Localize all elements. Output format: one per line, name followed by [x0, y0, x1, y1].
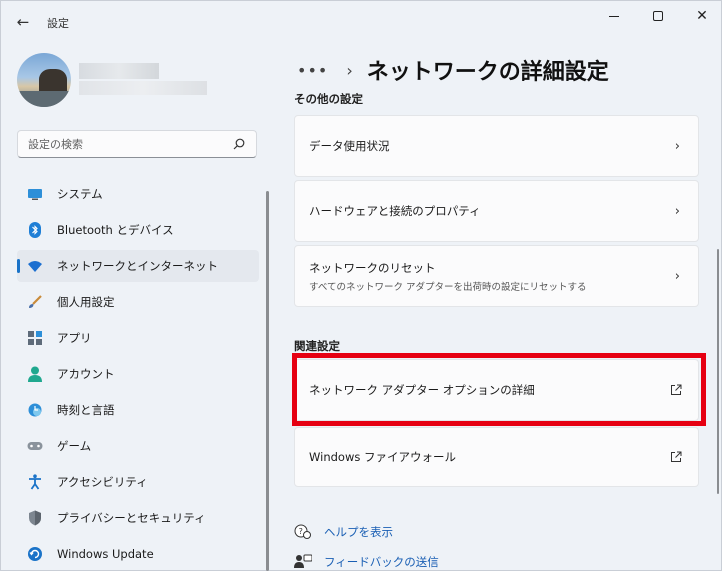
windows-firewall-card[interactable]: Windows ファイアウォール: [294, 427, 699, 487]
paintbrush-icon: [27, 294, 43, 310]
chevron-right-icon: ›: [674, 139, 680, 154]
bluetooth-icon: [27, 222, 43, 238]
sidebar-item-label: 個人用設定: [57, 295, 115, 309]
section-heading-partial: その他の設定: [294, 92, 363, 104]
settings-search[interactable]: [17, 130, 257, 158]
chevron-right-icon: ›: [346, 60, 353, 80]
sidebar-item-bluetooth[interactable]: Bluetooth とデバイス: [17, 214, 259, 246]
sidebar-scrollbar[interactable]: [266, 191, 269, 571]
hardware-properties-card[interactable]: ハードウェアと接続のプロパティ ›: [294, 180, 699, 242]
sidebar-item-label: Windows Update: [57, 547, 154, 561]
sidebar-item-label: システム: [57, 187, 103, 201]
card-label: ネットワークのリセット: [309, 260, 436, 275]
app-title: 設定: [47, 17, 69, 30]
external-link-icon: [671, 451, 682, 462]
back-button[interactable]: ←: [11, 11, 35, 33]
shield-icon: [27, 510, 43, 526]
blurred-user-email: [79, 81, 207, 95]
sidebar-item-label: ネットワークとインターネット: [57, 259, 218, 273]
card-label: データ使用状況: [309, 139, 390, 153]
account-icon: [27, 366, 43, 382]
settings-window: ← 設定 ✕ システム Blueto: [0, 0, 722, 571]
related-settings-heading: 関連設定: [294, 339, 340, 353]
sidebar-item-time-language[interactable]: 時刻と言語: [17, 394, 259, 426]
close-button[interactable]: ✕: [687, 7, 717, 25]
maximize-button[interactable]: [643, 7, 673, 25]
sidebar-item-system[interactable]: システム: [17, 178, 259, 210]
sidebar-item-label: アクセシビリティ: [57, 475, 148, 489]
close-icon: ✕: [696, 8, 708, 24]
sidebar-item-network[interactable]: ネットワークとインターネット: [17, 250, 259, 282]
sidebar-item-apps[interactable]: アプリ: [17, 322, 259, 354]
card-label: Windows ファイアウォール: [309, 450, 456, 464]
avatar[interactable]: [17, 53, 71, 107]
sidebar-item-label: 時刻と言語: [57, 403, 115, 417]
sidebar-item-label: アカウント: [57, 367, 115, 381]
card-description: すべてのネットワーク アダプターを出荷時の設定にリセットする: [309, 281, 587, 293]
title-bar: ← 設定 ✕: [1, 1, 721, 41]
chevron-right-icon: ›: [674, 204, 680, 219]
blurred-user-name: [79, 63, 159, 79]
main-scrollbar[interactable]: [717, 249, 719, 494]
sidebar-item-gaming[interactable]: ゲーム: [17, 430, 259, 462]
sidebar-item-personalization[interactable]: 個人用設定: [17, 286, 259, 318]
red-highlight-box: [292, 353, 706, 426]
sidebar-item-label: アプリ: [57, 331, 92, 345]
accessibility-icon: [27, 474, 43, 490]
sidebar-item-windows-update[interactable]: Windows Update: [17, 538, 259, 570]
back-arrow-icon: ←: [16, 13, 30, 31]
breadcrumb-more-button[interactable]: •••: [297, 61, 328, 80]
card-label: ハードウェアと接続のプロパティ: [309, 204, 481, 218]
system-display-icon: [27, 186, 43, 202]
search-input[interactable]: [28, 137, 223, 151]
help-icon: ?: [294, 524, 311, 539]
sidebar-item-accounts[interactable]: アカウント: [17, 358, 259, 390]
apps-icon: [27, 330, 43, 346]
sidebar-item-label: プライバシーとセキュリティ: [57, 511, 206, 525]
page-title: ネットワークの詳細設定: [366, 60, 609, 85]
chevron-right-icon: ›: [674, 269, 680, 284]
windows-update-icon: [27, 546, 43, 562]
data-usage-card[interactable]: データ使用状況 ›: [294, 115, 699, 177]
help-links: ? ヘルプを表示 フィードバックの送信: [294, 517, 439, 571]
network-reset-card[interactable]: ネットワークのリセット すべてのネットワーク アダプターを出荷時の設定にリセット…: [294, 245, 699, 307]
game-controller-icon: [27, 438, 43, 454]
get-help-link[interactable]: ヘルプを表示: [324, 524, 393, 540]
sidebar-item-privacy[interactable]: プライバシーとセキュリティ: [17, 502, 259, 534]
give-feedback-link[interactable]: フィードバックの送信: [324, 554, 439, 570]
sidebar-item-accessibility[interactable]: アクセシビリティ: [17, 466, 259, 498]
search-icon[interactable]: [232, 137, 246, 151]
feedback-icon: [294, 554, 312, 568]
sidebar-item-label: Bluetooth とデバイス: [57, 223, 174, 237]
sidebar-item-label: ゲーム: [57, 439, 92, 453]
maximize-icon: [653, 11, 663, 21]
breadcrumb: ••• › ネットワークの詳細設定: [297, 53, 609, 87]
minimize-button[interactable]: [599, 7, 629, 25]
time-language-icon: [27, 402, 43, 418]
wifi-icon: [27, 258, 43, 274]
sidebar-nav: システム Bluetooth とデバイス ネットワークとインターネット 個人用設…: [17, 178, 259, 571]
help-row: フィードバックの送信: [294, 547, 439, 571]
help-row: ? ヘルプを表示: [294, 517, 439, 547]
svg-text:?: ?: [299, 527, 303, 536]
minimize-icon: [609, 15, 619, 17]
